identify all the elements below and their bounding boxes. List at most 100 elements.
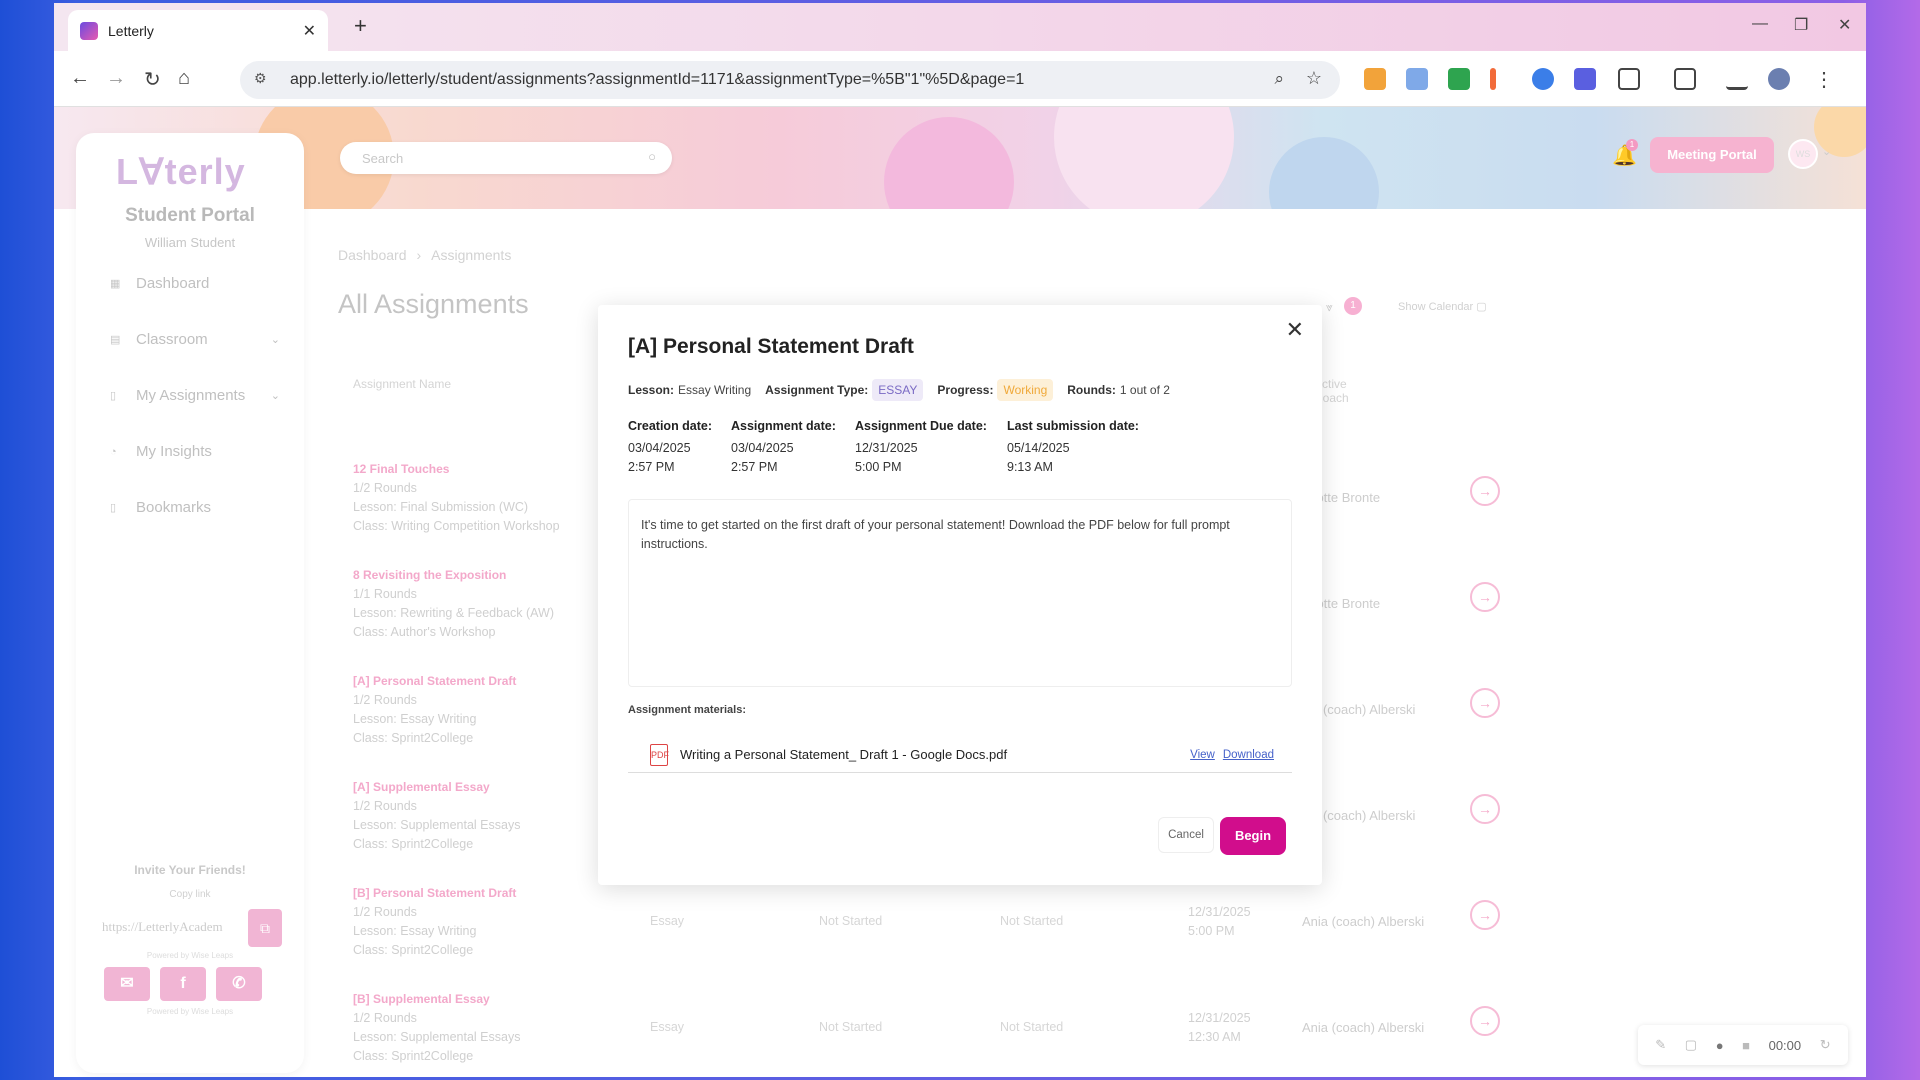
filter-icon[interactable]: ⩔ — [1326, 300, 1333, 315]
assignment-date: Assignment date: 03/04/2025 2:57 PM — [731, 419, 836, 474]
rounds-text: 1/2 Rounds — [353, 693, 417, 707]
open-arrow-icon[interactable]: → — [1470, 900, 1500, 930]
calendar-extension-icon[interactable] — [1364, 68, 1386, 90]
new-tab-icon[interactable]: + — [354, 13, 367, 39]
open-arrow-icon[interactable]: → — [1470, 476, 1500, 506]
bookmark-star-icon[interactable]: ☆ — [1306, 68, 1322, 89]
stop-square-icon[interactable]: ▢ — [1685, 1037, 1697, 1053]
sidebar-item-dashboard[interactable]: ▦ Dashboard — [110, 275, 280, 292]
show-calendar-toggle[interactable]: Show Calendar ▢ — [1398, 300, 1487, 313]
back-icon[interactable]: ← — [70, 67, 90, 90]
counter-extension-icon[interactable] — [1574, 68, 1596, 90]
restore-icon[interactable]: ❐ — [1794, 15, 1808, 35]
type-text: Essay — [650, 914, 685, 928]
address-bar[interactable]: ⚙ app.letterly.io/letterly/student/assig… — [240, 61, 1340, 99]
notification-badge: 1 — [1626, 139, 1638, 151]
assignment-name[interactable]: 8 Revisiting the Exposition — [353, 568, 506, 582]
breadcrumb: Dashboard › Assignments — [338, 247, 512, 263]
file-name: Writing a Personal Statement_ Draft 1 - … — [680, 747, 1008, 762]
lesson-label: Lesson: — [628, 383, 675, 397]
sidebar-item-label: My Assignments — [136, 387, 246, 404]
view-link[interactable]: View — [1190, 749, 1215, 761]
download-icon[interactable] — [1726, 68, 1748, 90]
forward-icon[interactable]: → — [106, 67, 126, 90]
letterly-logo: Lꓯterly — [116, 151, 246, 192]
screen-recorder-widget: ✎ ▢ ● ■ 00:00 ↻ — [1638, 1025, 1848, 1065]
close-modal-icon[interactable]: ✕ — [1286, 317, 1304, 343]
letterly-favicon-icon — [80, 21, 98, 40]
lesson-value: Essay Writing — [678, 383, 752, 397]
lesson-text: Lesson: Essay Writing — [353, 712, 477, 726]
type-text: Essay — [650, 1020, 685, 1034]
avatar[interactable]: WS — [1788, 139, 1818, 169]
status-text: Not Started — [1000, 1020, 1064, 1034]
chevron-down-icon[interactable]: ⌄ — [1822, 145, 1831, 158]
puzzle-extensions-icon[interactable] — [1618, 68, 1640, 90]
class-text: Class: Sprint2College — [353, 943, 474, 957]
class-text: Class: Sprint2College — [353, 731, 474, 745]
download-link[interactable]: Download — [1223, 749, 1274, 761]
browser-window: Letterly ✕ + — ❐ ✕ ← → ↻ ⌂ ⚙ app.letterl… — [54, 3, 1866, 1077]
assignment-name[interactable]: [B] Personal Statement Draft — [353, 886, 516, 900]
profile-icon[interactable] — [1768, 68, 1790, 90]
pause-icon[interactable]: ■ — [1742, 1038, 1750, 1053]
menu-dots-icon[interactable]: ⋮ — [1814, 67, 1834, 92]
side-panel-icon[interactable] — [1674, 68, 1696, 90]
rounds-text: 1/2 Rounds — [353, 1011, 417, 1025]
open-arrow-icon[interactable]: → — [1470, 1006, 1500, 1036]
open-arrow-icon[interactable]: → — [1470, 794, 1500, 824]
record-dot-icon[interactable]: ● — [1716, 1038, 1724, 1053]
search-input[interactable]: Search ○ — [340, 142, 672, 174]
open-arrow-icon[interactable]: → — [1470, 688, 1500, 718]
materials-label: Assignment materials: — [628, 704, 746, 716]
cancel-button[interactable]: Cancel — [1158, 817, 1214, 853]
circle-extension-icon[interactable] — [1532, 68, 1554, 90]
table-row[interactable]: [B] Supplemental Essay 1/2 Rounds Lesson… — [54, 992, 1866, 1077]
filter-count-badge: 1 — [1344, 297, 1362, 315]
restart-icon[interactable]: ↻ — [1820, 1037, 1831, 1053]
sidebar-item-classroom[interactable]: ▤ Classroom ⌄ — [110, 331, 280, 348]
class-text: Class: Sprint2College — [353, 837, 474, 851]
table-row[interactable]: [B] Personal Statement Draft 1/2 Rounds … — [54, 886, 1866, 992]
due-date-text: 12/31/2025 — [1188, 905, 1251, 919]
minimize-icon[interactable]: — — [1752, 15, 1768, 33]
reload-icon[interactable]: ↻ — [144, 67, 161, 92]
browser-tab[interactable]: Letterly ✕ — [68, 10, 328, 51]
zoom-icon[interactable]: ⌕ — [1274, 69, 1284, 89]
user-name: William Student — [144, 235, 236, 250]
checkmark-extension-icon[interactable] — [1448, 68, 1470, 90]
rounds-text: 1/2 Rounds — [353, 481, 417, 495]
begin-button[interactable]: Begin — [1220, 817, 1286, 855]
book-icon: ▤ — [110, 334, 121, 346]
grid-icon: ▦ — [110, 278, 121, 290]
column-header-name: Assignment Name — [353, 377, 452, 391]
close-tab-icon[interactable]: ✕ — [303, 21, 316, 41]
column-header-coach: Active Coach — [1314, 377, 1349, 405]
assignment-name[interactable]: [A] Supplemental Essay — [353, 780, 490, 794]
breadcrumb-dashboard[interactable]: Dashboard — [338, 247, 407, 263]
pen-extension-icon[interactable] — [1490, 68, 1496, 90]
sidebar-item-my-insights[interactable]: ◔ My Insights — [110, 443, 280, 460]
assignment-name[interactable]: [A] Personal Statement Draft — [353, 674, 516, 688]
material-file: PDF Writing a Personal Statement_ Draft … — [628, 737, 1292, 773]
assignment-name[interactable]: [B] Supplemental Essay — [353, 992, 490, 1006]
breadcrumb-assignments[interactable]: Assignments — [431, 247, 511, 263]
status-text: Not Started — [819, 1020, 883, 1034]
pen-icon[interactable]: ✎ — [1655, 1037, 1666, 1053]
search-icon: ○ — [648, 149, 656, 164]
chevron-down-icon: ⌄ — [270, 334, 280, 346]
open-arrow-icon[interactable]: → — [1470, 582, 1500, 612]
class-text: Class: Author's Workshop — [353, 625, 496, 639]
rounds-text: 1/1 Rounds — [353, 587, 417, 601]
url-text: app.letterly.io/letterly/student/assignm… — [290, 71, 1025, 88]
site-settings-icon[interactable]: ⚙ — [254, 70, 274, 90]
sidebar-item-my-assignments[interactable]: ▯ My Assignments ⌄ — [110, 387, 280, 404]
recorder-timer: 00:00 — [1768, 1037, 1802, 1053]
meeting-portal-button[interactable]: Meeting Portal — [1650, 137, 1774, 173]
home-icon[interactable]: ⌂ — [178, 67, 190, 90]
translate-extension-icon[interactable] — [1406, 68, 1428, 90]
class-text: Class: Writing Competition Workshop — [353, 519, 560, 533]
close-window-icon[interactable]: ✕ — [1838, 15, 1851, 35]
coach-text: Ania (coach) Alberski — [1302, 914, 1425, 929]
assignment-name[interactable]: 12 Final Touches — [353, 462, 449, 476]
